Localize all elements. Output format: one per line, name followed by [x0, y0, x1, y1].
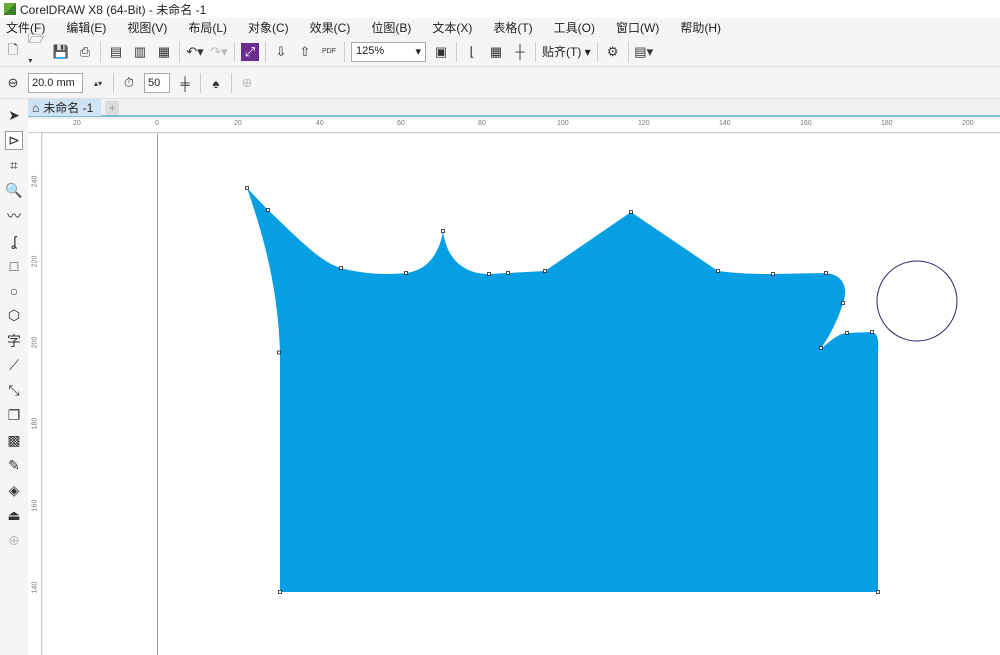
drawing-layer [157, 134, 958, 655]
blue-curve-shape[interactable] [247, 188, 879, 592]
ellipse-cursor-outline [876, 260, 958, 342]
